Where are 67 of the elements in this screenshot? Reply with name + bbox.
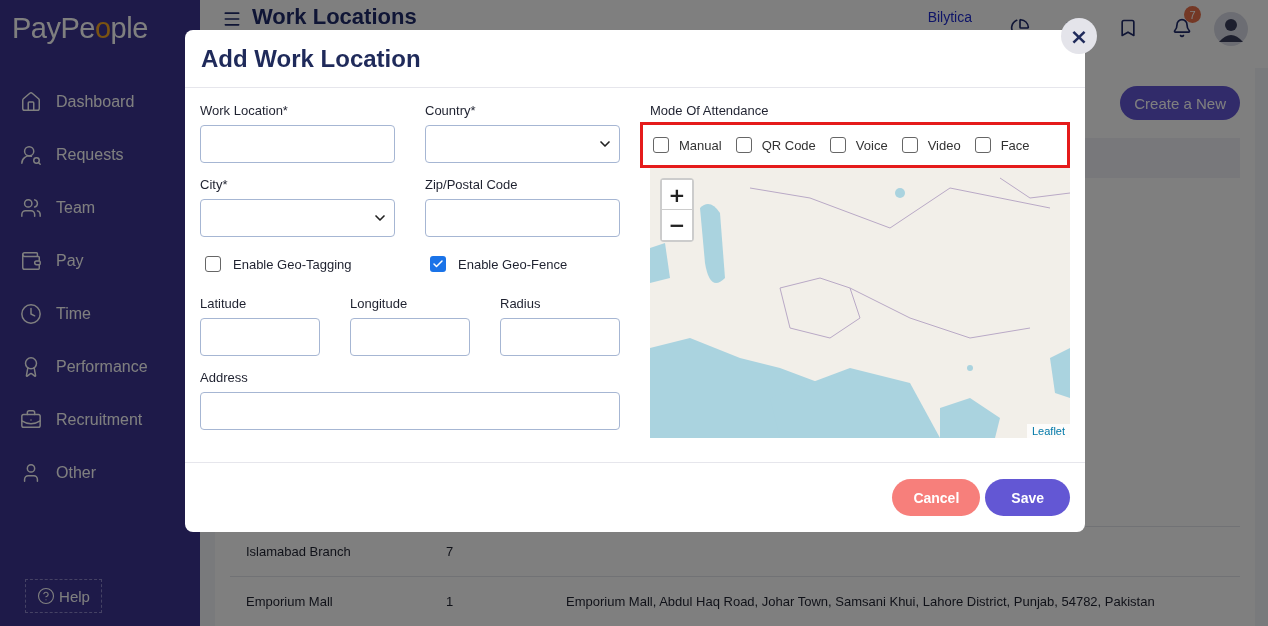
avatar[interactable] — [1214, 12, 1248, 46]
checkbox-label: QR Code — [761, 137, 816, 153]
select-field[interactable] — [425, 125, 620, 163]
checkbox-label: Video — [927, 137, 961, 153]
nav-item[interactable]: Pay — [20, 245, 200, 277]
checkbox[interactable] — [901, 137, 918, 153]
nav-item[interactable]: Recruitment — [20, 404, 200, 436]
field-label: Zip/Postal Code — [425, 177, 519, 193]
house-icon — [20, 91, 42, 113]
modal-title: Add Work Location — [201, 44, 421, 73]
nav-item[interactable]: Time — [20, 298, 200, 330]
input-field[interactable] — [350, 318, 470, 356]
check-icon — [432, 258, 444, 270]
input-field[interactable] — [425, 199, 620, 237]
nav-item[interactable]: Performance — [20, 351, 200, 383]
table-cell-text: 7 — [445, 544, 455, 559]
user-search-icon — [20, 144, 42, 166]
checkbox[interactable] — [735, 137, 752, 153]
checkbox[interactable] — [974, 137, 991, 153]
table-cell-text: 1 — [445, 594, 455, 609]
checkbox[interactable] — [205, 256, 221, 272]
select-field[interactable] — [200, 199, 395, 237]
table-cell-text: Emporium Mall, Abdul Haq Road, Johar Town, Samsani Khui, Lahore District, Punjab, 54782, Pakistan — [565, 594, 1156, 609]
nav-item[interactable]: Other — [20, 457, 200, 489]
field-label: Latitude — [200, 296, 248, 312]
briefcase-icon — [20, 409, 42, 431]
notification-badge: 7 — [1184, 6, 1201, 23]
cancel-button[interactable]: Cancel — [892, 479, 981, 516]
help-icon — [37, 587, 56, 605]
zoom-in-button[interactable]: + — [662, 180, 692, 210]
wallet-icon — [20, 250, 42, 272]
field-label: Work Location* — [200, 103, 289, 119]
bookmark-icon[interactable] — [1118, 18, 1138, 38]
field-label: Radius — [500, 296, 542, 312]
field-label: Longitude — [350, 296, 409, 312]
input-field[interactable] — [200, 392, 620, 430]
checkbox-label: Enable Geo-Fence — [458, 256, 568, 272]
checkbox-label: Voice — [855, 137, 888, 153]
attribution-link[interactable]: Leaflet — [1026, 424, 1070, 438]
input-field[interactable] — [200, 318, 320, 356]
help-button[interactable]: Help — [25, 579, 102, 613]
field-label: Country* — [425, 103, 477, 119]
checkbox[interactable] — [829, 137, 846, 153]
field-label: Address — [200, 370, 249, 386]
save-button[interactable]: Save — [985, 479, 1070, 516]
bell-icon[interactable] — [1172, 18, 1192, 38]
create-button[interactable]: Create a New — [1120, 86, 1240, 120]
company-link[interactable]: Bilytica — [927, 9, 972, 25]
nav-item[interactable]: Requests — [20, 139, 200, 171]
checkbox-label: Enable Geo-Tagging — [233, 256, 352, 272]
checkbox[interactable] — [653, 137, 669, 153]
input-field[interactable] — [200, 125, 395, 163]
table-cell-text: Islamabad Branch — [245, 544, 352, 559]
users-icon — [20, 197, 42, 219]
nav-item[interactable]: Team — [20, 192, 200, 224]
checkbox-label: Face — [1000, 137, 1030, 153]
nav-item[interactable]: Dashboard — [20, 86, 200, 118]
page-title: Work Locations — [252, 4, 418, 30]
field-label: City* — [200, 177, 229, 193]
field-label: Mode Of Attendance — [650, 103, 770, 119]
logo: PayPeople — [11, 12, 149, 46]
input-field[interactable] — [500, 318, 620, 356]
clock-icon — [20, 303, 42, 325]
table-cell-text: Emporium Mall — [245, 594, 334, 609]
checkbox-label: Manual — [679, 137, 722, 153]
menu-icon[interactable] — [222, 9, 242, 29]
checkbox[interactable] — [430, 256, 446, 272]
